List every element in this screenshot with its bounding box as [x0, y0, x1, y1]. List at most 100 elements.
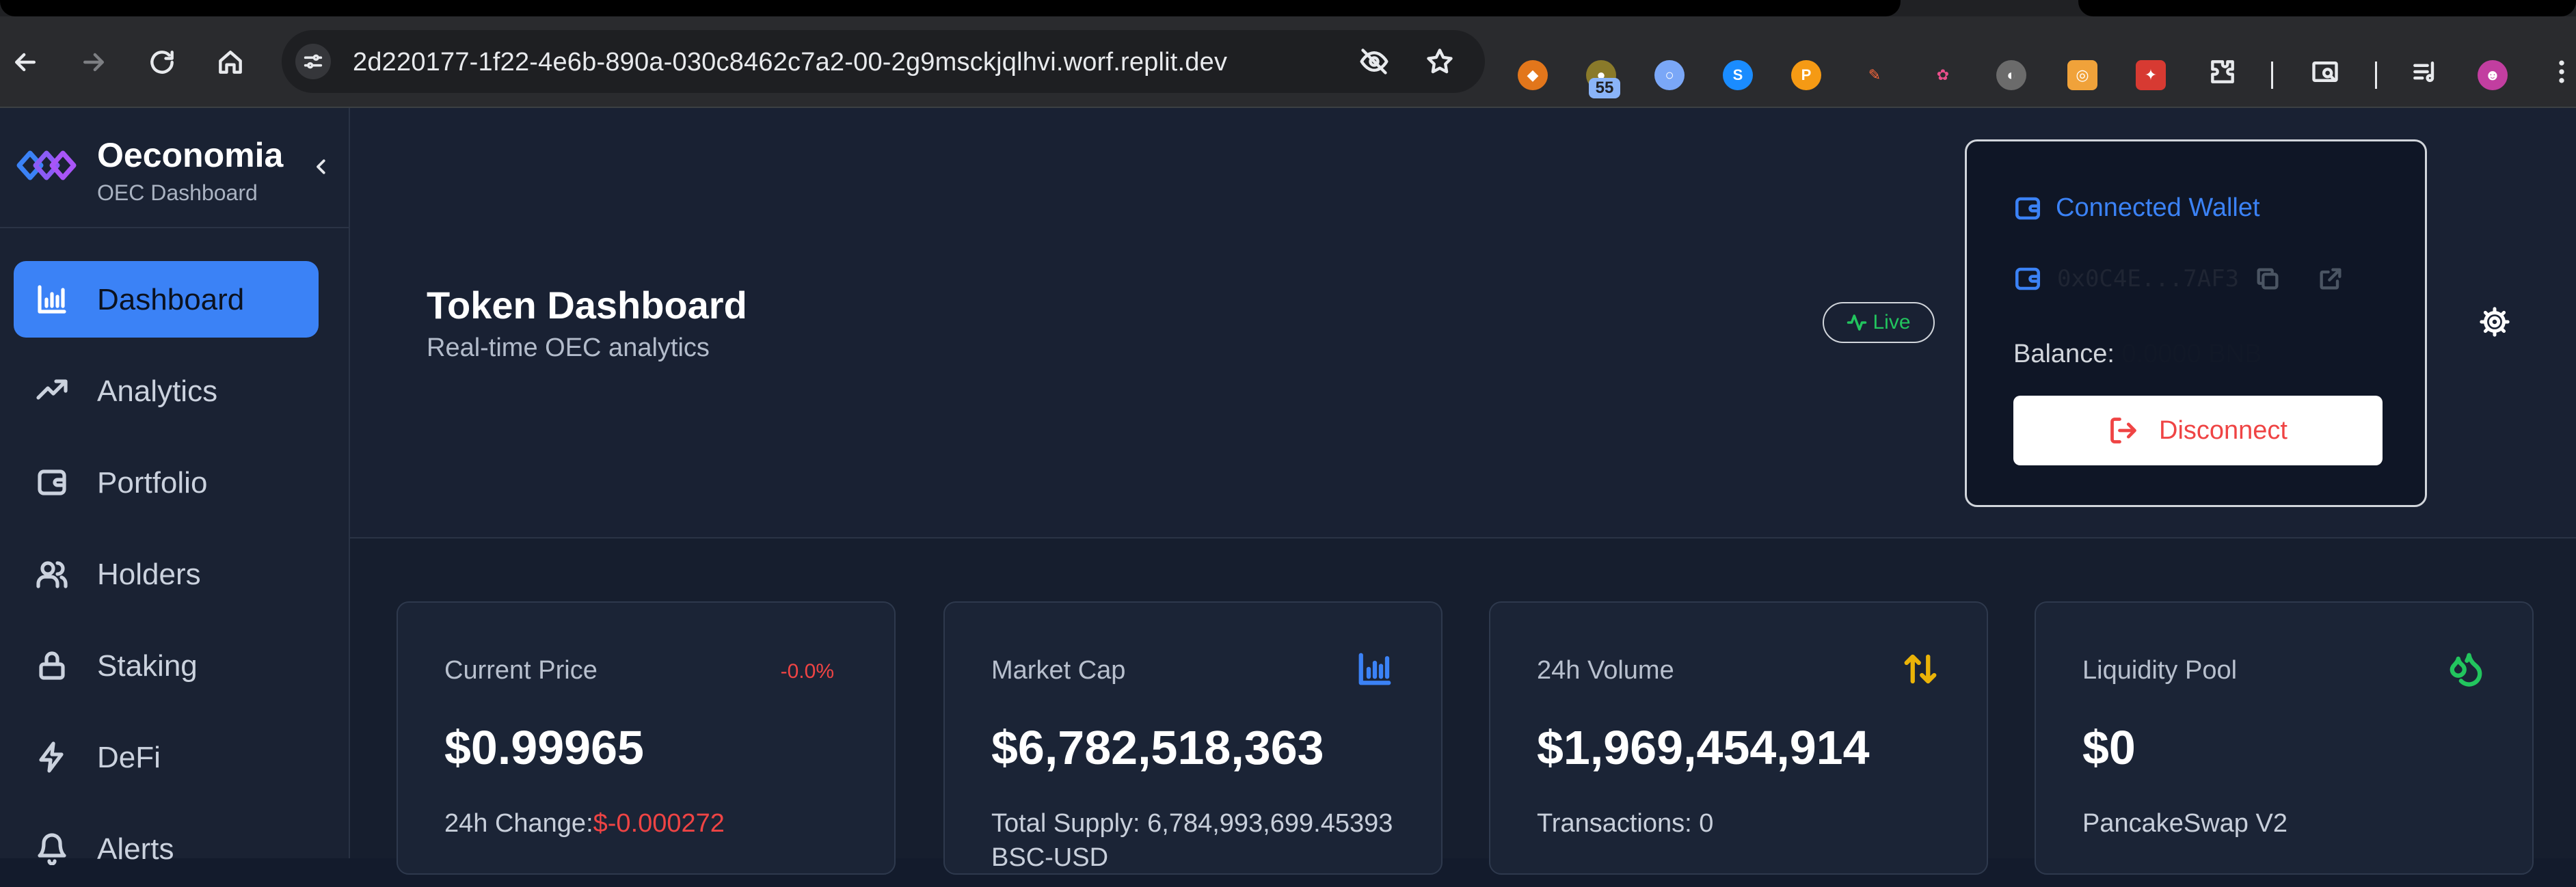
site-settings-icon: [304, 54, 323, 69]
sidebar-item-staking[interactable]: Staking: [14, 627, 319, 704]
extensions-puzzle-icon: [2211, 60, 2234, 83]
sidebar-item-label: Holders: [97, 558, 201, 591]
extensions-button[interactable]: [2204, 53, 2241, 90]
orange-extension-icon[interactable]: ◎: [2067, 60, 2097, 90]
sidebar-item-analytics[interactable]: Analytics: [14, 353, 319, 429]
polkadot-extension-icon[interactable]: P: [1791, 60, 1821, 90]
reload-button[interactable]: [144, 44, 180, 81]
sidebar-item-label: Analytics: [97, 374, 218, 408]
wallet-address-row: 0x0C4E...7AF3: [2013, 264, 2344, 293]
rocket-extension-icon[interactable]: ✎: [1860, 60, 1890, 90]
browser-tab-strip: [0, 0, 2576, 16]
activity-icon: [1847, 314, 1867, 331]
brand-name: Oeconomia: [97, 136, 284, 174]
stat-label: Current Price: [444, 656, 598, 685]
brand-header: Oeconomia OEC Dashboard: [0, 108, 349, 228]
url-text[interactable]: 2d220177-1f22-4e6b-890a-030c8462c7a2-00-…: [353, 48, 1227, 77]
browser-menu-button[interactable]: [2543, 53, 2576, 90]
sidebar-item-alerts[interactable]: Alerts: [14, 810, 319, 887]
wallet-address: 0x0C4E...7AF3: [2057, 265, 2240, 292]
copy-icon[interactable]: [2254, 265, 2281, 292]
disconnect-label: Disconnect: [2159, 415, 2287, 445]
sidebar-item-label: Alerts: [97, 832, 174, 866]
stat-card-current-price: Current Price -0.0% $0.99965 24h Change:…: [397, 601, 896, 875]
home-button[interactable]: [212, 44, 249, 81]
home-icon: [219, 51, 242, 74]
sidebar-item-dashboard[interactable]: Dashboard: [14, 261, 319, 338]
wallet-balance: Balance: 0.0000 BNB: [2013, 340, 2262, 369]
page-header: Token Dashboard Real-time OEC analytics …: [350, 108, 2576, 538]
gear-icon: [2480, 307, 2510, 337]
external-link-icon[interactable]: [2317, 265, 2344, 292]
profile-avatar[interactable]: ☻: [2478, 60, 2508, 90]
users-icon: [36, 558, 68, 590]
sidebar-item-label: Dashboard: [97, 283, 245, 316]
tracking-protection-button[interactable]: [1358, 45, 1391, 78]
sidebar-item-defi[interactable]: DeFi: [14, 719, 319, 795]
back-icon: [14, 53, 36, 72]
reload-icon: [150, 51, 174, 74]
lock-icon: [36, 649, 68, 682]
media-button[interactable]: [2406, 53, 2443, 90]
stat-meta: 24h Change:$-0.000272: [444, 806, 868, 841]
main-content: Token Dashboard Real-time OEC analytics …: [350, 108, 2576, 875]
log-out-icon: [2110, 418, 2136, 444]
search-extension-icon[interactable]: ○: [1654, 60, 1685, 90]
back-button[interactable]: [7, 44, 44, 81]
wallet-title: Connected Wallet: [2056, 193, 2260, 222]
red-extension-icon[interactable]: ✦: [2136, 60, 2166, 90]
bell-icon: [36, 832, 68, 866]
stat-meta: Transactions: 0: [1537, 809, 1714, 838]
wallet-icon: [2015, 267, 2041, 290]
more-vertical-icon: [2559, 60, 2564, 83]
stat-meta: PancakeSwap V2: [2082, 809, 2287, 838]
browser-tab-strip-edge: [0, 0, 1901, 16]
sidebar-item-portfolio[interactable]: Portfolio: [14, 444, 319, 521]
pinwheel-extension-icon[interactable]: ✿: [1928, 60, 1958, 90]
bar-chart-icon: [36, 283, 68, 316]
stat-value: $0.99965: [444, 721, 644, 774]
live-status-badge: Live: [1823, 302, 1935, 343]
tab-search-button[interactable]: [2307, 53, 2344, 90]
price-change-percent: -0.0%: [780, 660, 834, 683]
collapse-sidebar-button[interactable]: [306, 152, 336, 182]
wallet-icon: [36, 466, 68, 499]
sidebar-item-label: Portfolio: [97, 466, 208, 500]
settings-button[interactable]: [2479, 306, 2513, 340]
stat-label: Liquidity Pool: [2082, 656, 2238, 685]
sidebar-item-label: DeFi: [97, 741, 161, 774]
forward-button[interactable]: [75, 44, 112, 81]
connected-wallet-card: Connected Wallet 0x0C4E...7AF3 Balance: …: [1965, 139, 2427, 507]
stat-value: $0: [2082, 721, 2136, 774]
balance-value: 0.0000 BNB: [2121, 340, 2262, 368]
sidebar-item-label: Staking: [97, 649, 198, 683]
grey-extension-icon[interactable]: ◐: [1996, 60, 2026, 90]
media-icon: [2413, 61, 2434, 83]
sidebar-item-holders[interactable]: Holders: [14, 536, 319, 612]
browser-tab-strip-edge-right: [2078, 0, 2576, 16]
bookmark-button[interactable]: [1423, 45, 1456, 78]
eye-off-icon: [1360, 49, 1388, 74]
balance-label: Balance:: [2013, 340, 2115, 368]
chevron-left-icon: [317, 159, 325, 174]
oeconomia-logo-icon: [16, 150, 77, 180]
stat-card-24h-volume: 24h Volume $1,969,454,914 Transactions: …: [1489, 601, 1988, 875]
metamask-extension-icon[interactable]: ◆: [1518, 60, 1548, 90]
trending-up-icon: [36, 374, 68, 407]
live-label: Live: [1873, 311, 1911, 333]
shazam-extension-icon[interactable]: S: [1723, 60, 1753, 90]
droplets-icon: [2447, 651, 2484, 687]
disconnect-button[interactable]: Disconnect: [2013, 396, 2383, 465]
extension-badge: 55: [1589, 78, 1620, 98]
app-root: Oeconomia OEC Dashboard Dashboard Analyt…: [0, 108, 2576, 875]
stat-label: 24h Volume: [1537, 656, 1674, 685]
change-value: $-0.000272: [593, 809, 725, 838]
sidebar: Oeconomia OEC Dashboard Dashboard Analyt…: [0, 108, 350, 866]
site-settings-button[interactable]: [295, 44, 331, 79]
arrows-up-down-icon: [1902, 651, 1939, 687]
address-bar[interactable]: 2d220177-1f22-4e6b-890a-030c8462c7a2-00-…: [282, 30, 1485, 93]
stat-label: Market Cap: [991, 656, 1126, 685]
stat-value: $1,969,454,914: [1537, 721, 1870, 774]
stat-meta: Total Supply: 6,784,993,699.45393 BSC-US…: [991, 809, 1393, 872]
stat-card-liquidity-pool: Liquidity Pool $0 PancakeSwap V2: [2035, 601, 2534, 875]
